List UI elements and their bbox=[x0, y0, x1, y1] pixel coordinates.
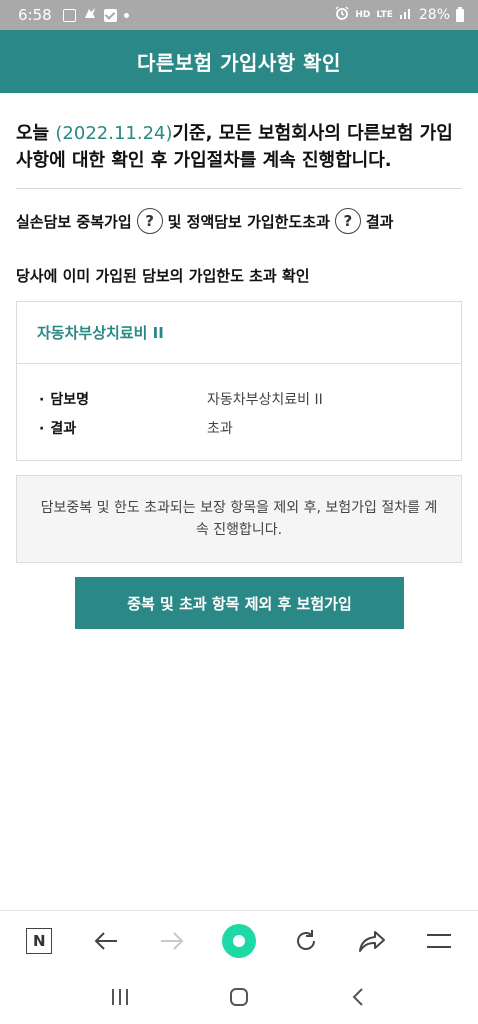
hd-volte-icon: HD bbox=[355, 9, 371, 20]
alarm-icon bbox=[335, 6, 349, 24]
main-content: 오늘 (2022.11.24)기준, 모든 보험회사의 다른보험 가입사항에 대… bbox=[16, 93, 462, 563]
signal-icon bbox=[399, 7, 413, 23]
forward-button[interactable] bbox=[152, 921, 192, 961]
naver-home-button[interactable]: N bbox=[19, 921, 59, 961]
dragon-notification-icon bbox=[83, 6, 97, 24]
app-header: 다른보험 가입사항 확인 bbox=[0, 30, 478, 93]
status-right: HD LTE 28% bbox=[335, 6, 464, 24]
back-arrow-icon bbox=[94, 931, 117, 950]
exclude-and-subscribe-button[interactable]: 중복 및 초과 항목 제외 후 보험가입 bbox=[75, 577, 404, 629]
checkbox-notification-icon bbox=[103, 8, 117, 22]
menu-icon bbox=[426, 933, 451, 948]
green-dot-button[interactable] bbox=[219, 921, 259, 961]
check-line-part2: 및 정액담보 가입한도초과 bbox=[167, 212, 330, 231]
check-line-part1: 실손담보 중복가입 bbox=[16, 212, 132, 231]
intro-prefix: 오늘 bbox=[16, 123, 56, 144]
result-row: 결과 초과 bbox=[37, 413, 441, 442]
forward-arrow-icon bbox=[161, 931, 184, 950]
green-dot-icon bbox=[221, 923, 256, 958]
battery-icon bbox=[456, 6, 464, 22]
recent-apps-button[interactable] bbox=[100, 977, 140, 1017]
more-notifications-dot-icon bbox=[123, 12, 129, 18]
result-label: 결과 bbox=[37, 418, 207, 438]
refresh-button[interactable] bbox=[286, 921, 326, 961]
naver-home-icon: N bbox=[26, 927, 53, 954]
home-icon bbox=[229, 988, 248, 1006]
intro-text: 오늘 (2022.11.24)기준, 모든 보험회사의 다른보험 가입사항에 대… bbox=[16, 120, 462, 174]
result-card: 자동차부상치료비 II 담보명 자동차부상치료비 II 결과 초과 bbox=[16, 301, 462, 461]
status-left: 6:58 bbox=[18, 6, 129, 24]
duplicate-help-icon[interactable]: ? bbox=[136, 208, 163, 234]
hd-label: HD bbox=[355, 9, 371, 20]
share-button[interactable] bbox=[352, 921, 392, 961]
coverage-name-row: 담보명 자동차부상치료비 II bbox=[37, 384, 441, 413]
coverage-name-label: 담보명 bbox=[37, 389, 207, 409]
notice-box: 담보중복 및 한도 초과되는 보장 항목을 제외 후, 보험가입 절차를 계속 … bbox=[16, 475, 462, 563]
result-card-body: 담보명 자동차부상치료비 II 결과 초과 bbox=[17, 364, 461, 460]
page-title: 다른보험 가입사항 확인 bbox=[137, 51, 341, 75]
system-nav-bar bbox=[0, 970, 478, 1024]
divider bbox=[16, 188, 462, 189]
status-bar: 6:58 HD LTE 28% bbox=[0, 0, 478, 30]
refresh-icon bbox=[296, 929, 315, 950]
status-time: 6:58 bbox=[18, 6, 52, 24]
home-button[interactable] bbox=[219, 977, 259, 1017]
recent-apps-icon bbox=[111, 989, 128, 1005]
intro-date: (2022.11.24) bbox=[55, 123, 173, 144]
back-icon bbox=[352, 988, 364, 1006]
coverage-name-value: 자동차부상치료비 II bbox=[207, 391, 323, 408]
limit-help-icon[interactable]: ? bbox=[334, 208, 361, 234]
result-value: 초과 bbox=[207, 420, 233, 437]
nav-back-button[interactable] bbox=[338, 977, 378, 1017]
notice-text: 담보중복 및 한도 초과되는 보장 항목을 제외 후, 보험가입 절차를 계속 … bbox=[40, 500, 438, 538]
result-card-title: 자동차부상치료비 II bbox=[17, 302, 461, 364]
lte-icon: LTE bbox=[376, 9, 393, 20]
limit-check-title: 당사에 이미 가입된 담보의 가입한도 초과 확인 bbox=[16, 267, 310, 285]
check-line-part3: 결과 bbox=[365, 212, 394, 231]
back-button[interactable] bbox=[86, 921, 126, 961]
browser-toolbar: N bbox=[0, 910, 478, 970]
menu-button[interactable] bbox=[419, 921, 459, 961]
share-icon bbox=[359, 930, 386, 952]
network-label: LTE bbox=[376, 9, 393, 20]
battery-percent: 28% bbox=[418, 7, 450, 23]
gallery-notification-icon bbox=[62, 8, 76, 22]
duplicate-check-line: 실손담보 중복가입 ? 및 정액담보 가입한도초과 ? 결과 bbox=[16, 208, 462, 234]
